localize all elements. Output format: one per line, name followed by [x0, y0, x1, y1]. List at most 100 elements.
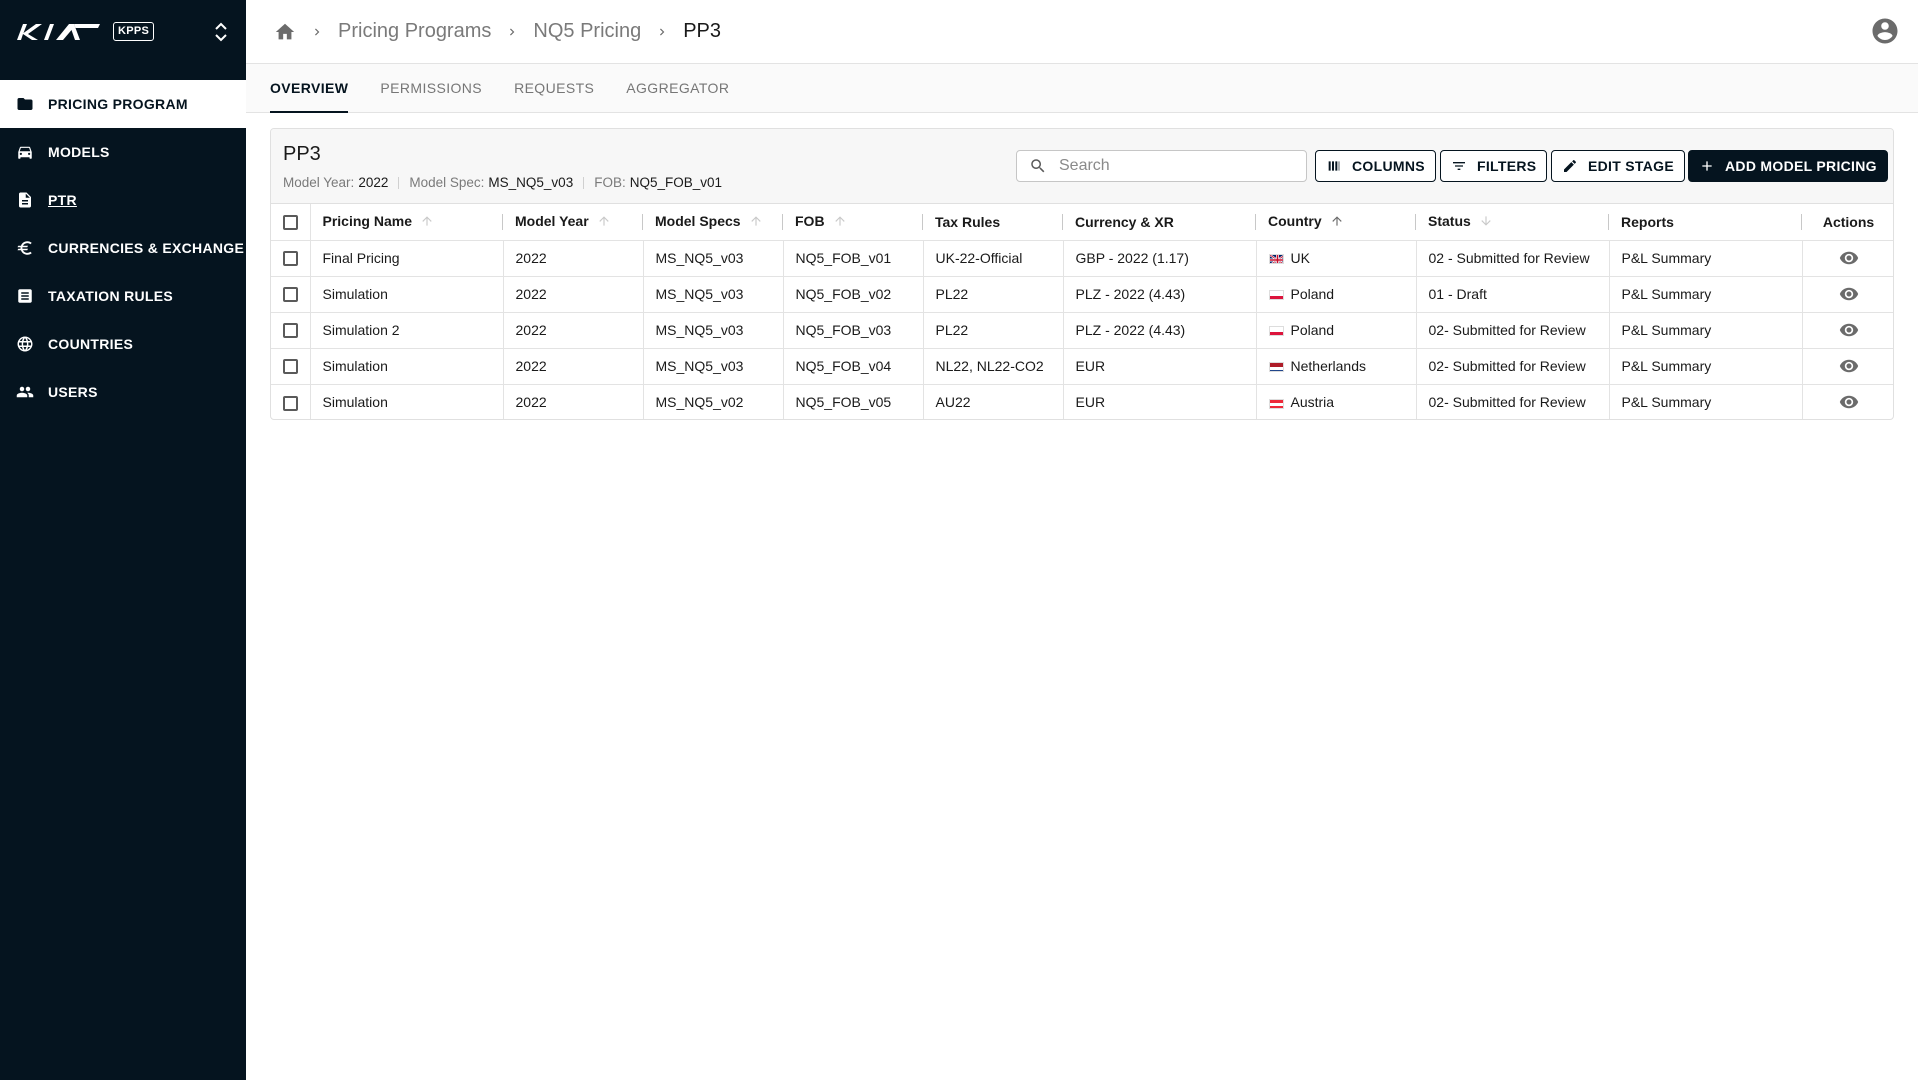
- sort-arrow-up-icon[interactable]: [833, 214, 849, 230]
- sort-arrow-up-icon[interactable]: [1330, 214, 1346, 230]
- cell-reports[interactable]: P&L Summary: [1609, 240, 1803, 277]
- sidebar-item-users[interactable]: USERS: [0, 368, 246, 416]
- search-input[interactable]: [1059, 157, 1299, 175]
- search-box: [1016, 150, 1307, 182]
- row-checkbox[interactable]: [283, 359, 298, 375]
- columns-icon: [1328, 161, 1340, 171]
- chevron-right-icon: [651, 21, 673, 43]
- sidebar-item-pricing-program[interactable]: PRICING PROGRAM: [0, 80, 246, 128]
- meta-label: Model Year:: [283, 175, 355, 190]
- breadcrumb-pricing-programs[interactable]: Pricing Programs: [338, 20, 491, 43]
- sidebar-nav: PRICING PROGRAM MODELS PTR CURRENCIES & …: [0, 80, 246, 416]
- sidebar-item-label: PTR: [48, 192, 77, 208]
- tab-bar: OVERVIEW PERMISSIONS REQUESTS AGGREGATOR: [246, 64, 1918, 113]
- cell-fob: NQ5_FOB_v02: [783, 276, 924, 313]
- meta-label: FOB:: [594, 175, 626, 190]
- column-header-currency[interactable]: Currency & XR: [1063, 204, 1256, 241]
- cell-pricing-name: Final Pricing: [310, 240, 504, 277]
- column-header-label: FOB: [795, 213, 825, 230]
- sidebar-item-currencies[interactable]: CURRENCIES & EXCHANGE: [0, 224, 246, 272]
- table-row[interactable]: Final Pricing 2022 MS_NQ5_v03 NQ5_FOB_v0…: [271, 240, 1893, 277]
- cell-pricing-name: Simulation: [310, 384, 504, 419]
- column-header-status[interactable]: Status: [1416, 204, 1609, 241]
- cell-actions: [1802, 312, 1893, 349]
- sort-arrow-up-icon[interactable]: [420, 214, 436, 230]
- cell-tax-rules: NL22, NL22-CO2: [923, 348, 1064, 385]
- program-meta: Model Year: 2022 Model Spec: MS_NQ5_v03 …: [283, 175, 722, 190]
- add-model-pricing-button-label: ADD MODEL PRICING: [1725, 158, 1877, 174]
- select-all-cell: [271, 204, 311, 241]
- column-header-model-year[interactable]: Model Year: [503, 204, 643, 241]
- cell-currency: PLZ - 2022 (4.43): [1063, 276, 1257, 313]
- table-row[interactable]: Simulation 2 2022 MS_NQ5_v03 NQ5_FOB_v03…: [271, 312, 1893, 349]
- add-model-pricing-button[interactable]: ADD MODEL PRICING: [1688, 150, 1888, 182]
- column-header-model-specs[interactable]: Model Specs: [643, 204, 783, 241]
- flag-icon: [1268, 362, 1284, 373]
- table-row[interactable]: Simulation 2022 MS_NQ5_v03 NQ5_FOB_v04 N…: [271, 348, 1893, 385]
- meta-label: Model Spec:: [409, 175, 485, 190]
- column-header-label: Status: [1428, 213, 1471, 230]
- row-checkbox[interactable]: [283, 287, 298, 303]
- table-header-row: Pricing Name Model Year Model Specs FOB …: [271, 204, 1893, 241]
- filters-button[interactable]: FILTERS: [1440, 150, 1548, 182]
- sidebar-item-label: PRICING PROGRAM: [48, 96, 188, 112]
- view-eye-icon[interactable]: [1839, 284, 1859, 304]
- column-header-label: Model Specs: [655, 213, 741, 230]
- edit-stage-button[interactable]: EDIT STAGE: [1551, 150, 1685, 182]
- tab-aggregator[interactable]: AGGREGATOR: [626, 64, 729, 112]
- cell-model-specs: MS_NQ5_v03: [643, 240, 784, 277]
- columns-button[interactable]: COLUMNS: [1315, 150, 1436, 182]
- cell-reports[interactable]: P&L Summary: [1609, 312, 1803, 349]
- column-header-tax-rules[interactable]: Tax Rules: [923, 204, 1063, 241]
- cell-reports[interactable]: P&L Summary: [1609, 384, 1803, 419]
- cell-reports[interactable]: P&L Summary: [1609, 348, 1803, 385]
- cell-actions: [1802, 240, 1893, 277]
- sidebar-item-countries[interactable]: COUNTRIES: [0, 320, 246, 368]
- cell-model-specs: MS_NQ5_v03: [643, 276, 784, 313]
- home-icon[interactable]: [274, 21, 296, 43]
- cell-model-specs: MS_NQ5_v03: [643, 312, 784, 349]
- sidebar-item-label: CURRENCIES & EXCHANGE: [48, 240, 245, 256]
- sort-arrow-down-icon[interactable]: [1479, 214, 1495, 230]
- cell-fob: NQ5_FOB_v05: [783, 384, 924, 419]
- view-eye-icon[interactable]: [1839, 320, 1859, 340]
- tab-overview[interactable]: OVERVIEW: [270, 64, 349, 113]
- flag-icon: [1268, 254, 1284, 265]
- sidebar-item-models[interactable]: MODELS: [0, 128, 246, 176]
- kia-logo[interactable]: [14, 21, 100, 43]
- view-eye-icon[interactable]: [1839, 356, 1859, 376]
- divider: [398, 176, 400, 189]
- sidebar-item-taxation-rules[interactable]: TAXATION RULES: [0, 272, 246, 320]
- cell-currency: EUR: [1063, 384, 1257, 419]
- tab-requests[interactable]: REQUESTS: [514, 64, 594, 112]
- cell-reports[interactable]: P&L Summary: [1609, 276, 1803, 313]
- sort-arrow-up-icon[interactable]: [597, 214, 613, 230]
- column-header-reports[interactable]: Reports: [1609, 204, 1802, 241]
- view-eye-icon[interactable]: [1839, 248, 1859, 268]
- cell-model-specs: MS_NQ5_v02: [643, 384, 784, 419]
- column-header-fob[interactable]: FOB: [783, 204, 923, 241]
- row-checkbox[interactable]: [283, 395, 298, 411]
- sort-arrow-up-icon[interactable]: [749, 214, 765, 230]
- account-icon[interactable]: [1870, 16, 1900, 46]
- column-header-pricing-name[interactable]: Pricing Name: [310, 204, 503, 241]
- breadcrumb-nq5-pricing[interactable]: NQ5 Pricing: [533, 20, 641, 43]
- search-icon: [1031, 159, 1045, 173]
- row-select-cell: [271, 240, 311, 277]
- table-row[interactable]: Simulation 2022 MS_NQ5_v02 NQ5_FOB_v05 A…: [271, 384, 1893, 419]
- cell-country: Austria: [1256, 384, 1417, 419]
- row-checkbox[interactable]: [283, 323, 298, 339]
- unfold-icon[interactable]: [214, 20, 228, 44]
- sidebar-item-ptr[interactable]: PTR: [0, 176, 246, 224]
- table-row[interactable]: Simulation 2022 MS_NQ5_v03 NQ5_FOB_v02 P…: [271, 276, 1893, 313]
- view-eye-icon[interactable]: [1839, 392, 1859, 412]
- sidebar-item-label: COUNTRIES: [48, 336, 134, 352]
- tab-permissions[interactable]: PERMISSIONS: [380, 64, 482, 112]
- row-checkbox[interactable]: [283, 251, 298, 267]
- euro-icon: [16, 239, 34, 257]
- cell-actions: [1802, 384, 1893, 419]
- meta-value: MS_NQ5_v03: [488, 175, 574, 190]
- select-all-checkbox[interactable]: [283, 215, 298, 231]
- column-header-country[interactable]: Country: [1256, 204, 1416, 241]
- cell-currency: PLZ - 2022 (4.43): [1063, 312, 1257, 349]
